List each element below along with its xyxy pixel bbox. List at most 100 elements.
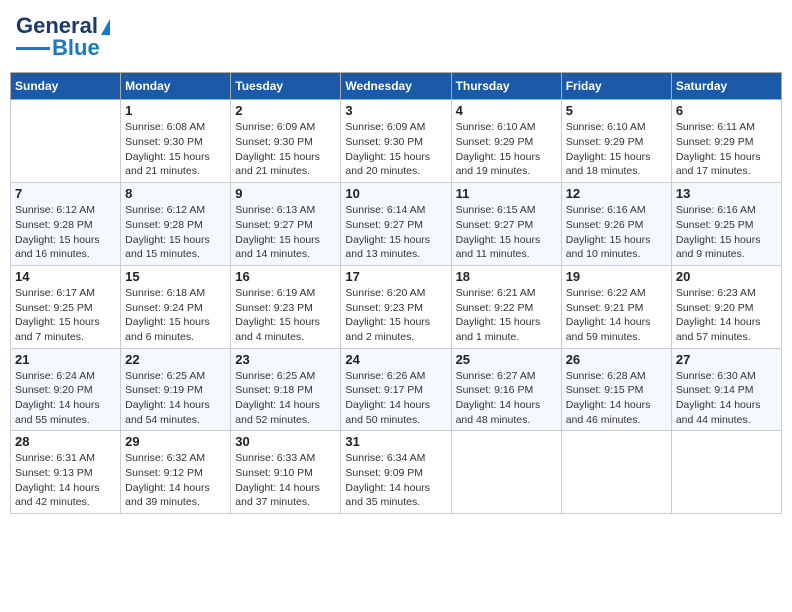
day-number: 11 xyxy=(456,186,557,201)
day-number: 24 xyxy=(345,352,446,367)
calendar-header-row: SundayMondayTuesdayWednesdayThursdayFrid… xyxy=(11,73,782,100)
calendar-cell: 6Sunrise: 6:11 AMSunset: 9:29 PMDaylight… xyxy=(671,100,781,183)
day-info: Sunrise: 6:25 AMSunset: 9:19 PMDaylight:… xyxy=(125,369,226,428)
day-info: Sunrise: 6:11 AMSunset: 9:29 PMDaylight:… xyxy=(676,120,777,179)
day-info: Sunrise: 6:14 AMSunset: 9:27 PMDaylight:… xyxy=(345,203,446,262)
calendar-cell: 11 Sunrise: 6:15 AMSunset: 9:27 PMDayligh… xyxy=(451,183,561,266)
day-number: 20 xyxy=(676,269,777,284)
day-info: Sunrise: 6:12 AMSunset: 9:28 PMDaylight:… xyxy=(15,203,116,262)
day-number: 2 xyxy=(235,103,336,118)
day-number: 18 xyxy=(456,269,557,284)
calendar-day-header: Thursday xyxy=(451,73,561,100)
day-number: 5 xyxy=(566,103,667,118)
calendar-cell: 30 Sunrise: 6:33 AMSunset: 9:10 PMDayligh… xyxy=(231,431,341,514)
calendar-cell: 22 Sunrise: 6:25 AMSunset: 9:19 PMDayligh… xyxy=(121,348,231,431)
calendar-cell: 15Sunrise: 6:18 AMSunset: 9:24 PMDayligh… xyxy=(121,265,231,348)
day-info: Sunrise: 6:12 AMSunset: 9:28 PMDaylight:… xyxy=(125,203,226,262)
day-info: Sunrise: 6:08 AMSunset: 9:30 PMDaylight:… xyxy=(125,120,226,179)
day-number: 19 xyxy=(566,269,667,284)
calendar-cell: 7Sunrise: 6:12 AMSunset: 9:28 PMDaylight… xyxy=(11,183,121,266)
day-info: Sunrise: 6:23 AMSunset: 9:20 PMDaylight:… xyxy=(676,286,777,345)
day-number: 16 xyxy=(235,269,336,284)
day-number: 14 xyxy=(15,269,116,284)
day-info: Sunrise: 6:21 AMSunset: 9:22 PMDaylight:… xyxy=(456,286,557,345)
day-number: 21 xyxy=(15,352,116,367)
calendar-week-row: 1Sunrise: 6:08 AMSunset: 9:30 PMDaylight… xyxy=(11,100,782,183)
day-info: Sunrise: 6:19 AMSunset: 9:23 PMDaylight:… xyxy=(235,286,336,345)
day-number: 22 xyxy=(125,352,226,367)
calendar-cell: 10 Sunrise: 6:14 AMSunset: 9:27 PMDayligh… xyxy=(341,183,451,266)
day-info: Sunrise: 6:09 AMSunset: 9:30 PMDaylight:… xyxy=(235,120,336,179)
calendar-cell: 17 Sunrise: 6:20 AMSunset: 9:23 PMDayligh… xyxy=(341,265,451,348)
day-info: Sunrise: 6:09 AMSunset: 9:30 PMDaylight:… xyxy=(345,120,446,179)
calendar-cell xyxy=(671,431,781,514)
calendar-cell: 24 Sunrise: 6:26 AMSunset: 9:17 PMDayligh… xyxy=(341,348,451,431)
calendar-cell: 26 Sunrise: 6:28 AMSunset: 9:15 PMDayligh… xyxy=(561,348,671,431)
calendar-day-header: Tuesday xyxy=(231,73,341,100)
page-header: General Blue xyxy=(10,10,782,64)
calendar-cell: 14 Sunrise: 6:17 AMSunset: 9:25 PMDayligh… xyxy=(11,265,121,348)
day-info: Sunrise: 6:25 AMSunset: 9:18 PMDaylight:… xyxy=(235,369,336,428)
day-info: Sunrise: 6:22 AMSunset: 9:21 PMDaylight:… xyxy=(566,286,667,345)
logo: General Blue xyxy=(16,14,110,60)
day-number: 9 xyxy=(235,186,336,201)
day-number: 28 xyxy=(15,434,116,449)
calendar-cell xyxy=(561,431,671,514)
day-info: Sunrise: 6:10 AMSunset: 9:29 PMDaylight:… xyxy=(456,120,557,179)
calendar-cell: 20 Sunrise: 6:23 AMSunset: 9:20 PMDayligh… xyxy=(671,265,781,348)
calendar-cell: 25 Sunrise: 6:27 AMSunset: 9:16 PMDayligh… xyxy=(451,348,561,431)
calendar-week-row: 28 Sunrise: 6:31 AMSunset: 9:13 PMDayligh… xyxy=(11,431,782,514)
day-info: Sunrise: 6:27 AMSunset: 9:16 PMDaylight:… xyxy=(456,369,557,428)
day-number: 27 xyxy=(676,352,777,367)
calendar-cell: 8Sunrise: 6:12 AMSunset: 9:28 PMDaylight… xyxy=(121,183,231,266)
calendar-cell: 1Sunrise: 6:08 AMSunset: 9:30 PMDaylight… xyxy=(121,100,231,183)
calendar-cell: 13Sunrise: 6:16 AMSunset: 9:25 PMDayligh… xyxy=(671,183,781,266)
calendar-cell: 9 Sunrise: 6:13 AMSunset: 9:27 PMDaylight… xyxy=(231,183,341,266)
day-info: Sunrise: 6:18 AMSunset: 9:24 PMDaylight:… xyxy=(125,286,226,345)
day-info: Sunrise: 6:16 AMSunset: 9:26 PMDaylight:… xyxy=(566,203,667,262)
calendar-cell xyxy=(451,431,561,514)
calendar-cell: 27 Sunrise: 6:30 AMSunset: 9:14 PMDayligh… xyxy=(671,348,781,431)
calendar-week-row: 14 Sunrise: 6:17 AMSunset: 9:25 PMDayligh… xyxy=(11,265,782,348)
day-number: 31 xyxy=(345,434,446,449)
day-number: 30 xyxy=(235,434,336,449)
day-number: 25 xyxy=(456,352,557,367)
day-number: 26 xyxy=(566,352,667,367)
calendar-cell: 16 Sunrise: 6:19 AMSunset: 9:23 PMDayligh… xyxy=(231,265,341,348)
day-info: Sunrise: 6:28 AMSunset: 9:15 PMDaylight:… xyxy=(566,369,667,428)
day-info: Sunrise: 6:20 AMSunset: 9:23 PMDaylight:… xyxy=(345,286,446,345)
day-info: Sunrise: 6:13 AMSunset: 9:27 PMDaylight:… xyxy=(235,203,336,262)
day-info: Sunrise: 6:26 AMSunset: 9:17 PMDaylight:… xyxy=(345,369,446,428)
calendar-day-header: Wednesday xyxy=(341,73,451,100)
calendar-cell: 12Sunrise: 6:16 AMSunset: 9:26 PMDayligh… xyxy=(561,183,671,266)
calendar-cell: 3 Sunrise: 6:09 AMSunset: 9:30 PMDaylight… xyxy=(341,100,451,183)
day-number: 10 xyxy=(345,186,446,201)
day-info: Sunrise: 6:16 AMSunset: 9:25 PMDaylight:… xyxy=(676,203,777,262)
day-info: Sunrise: 6:17 AMSunset: 9:25 PMDaylight:… xyxy=(15,286,116,345)
day-info: Sunrise: 6:32 AMSunset: 9:12 PMDaylight:… xyxy=(125,451,226,510)
day-info: Sunrise: 6:30 AMSunset: 9:14 PMDaylight:… xyxy=(676,369,777,428)
day-info: Sunrise: 6:33 AMSunset: 9:10 PMDaylight:… xyxy=(235,451,336,510)
day-info: Sunrise: 6:31 AMSunset: 9:13 PMDaylight:… xyxy=(15,451,116,510)
calendar-day-header: Friday xyxy=(561,73,671,100)
calendar-cell: 2 Sunrise: 6:09 AMSunset: 9:30 PMDaylight… xyxy=(231,100,341,183)
day-info: Sunrise: 6:10 AMSunset: 9:29 PMDaylight:… xyxy=(566,120,667,179)
day-info: Sunrise: 6:34 AMSunset: 9:09 PMDaylight:… xyxy=(345,451,446,510)
calendar-table: SundayMondayTuesdayWednesdayThursdayFrid… xyxy=(10,72,782,514)
calendar-cell: 28 Sunrise: 6:31 AMSunset: 9:13 PMDayligh… xyxy=(11,431,121,514)
day-number: 4 xyxy=(456,103,557,118)
day-number: 17 xyxy=(345,269,446,284)
calendar-cell: 4 Sunrise: 6:10 AMSunset: 9:29 PMDaylight… xyxy=(451,100,561,183)
day-info: Sunrise: 6:15 AMSunset: 9:27 PMDaylight:… xyxy=(456,203,557,262)
calendar-week-row: 7Sunrise: 6:12 AMSunset: 9:28 PMDaylight… xyxy=(11,183,782,266)
calendar-cell: 19 Sunrise: 6:22 AMSunset: 9:21 PMDayligh… xyxy=(561,265,671,348)
calendar-cell: 18 Sunrise: 6:21 AMSunset: 9:22 PMDayligh… xyxy=(451,265,561,348)
day-number: 29 xyxy=(125,434,226,449)
calendar-day-header: Saturday xyxy=(671,73,781,100)
calendar-cell: 23 Sunrise: 6:25 AMSunset: 9:18 PMDayligh… xyxy=(231,348,341,431)
calendar-cell: 29 Sunrise: 6:32 AMSunset: 9:12 PMDayligh… xyxy=(121,431,231,514)
calendar-day-header: Sunday xyxy=(11,73,121,100)
calendar-day-header: Monday xyxy=(121,73,231,100)
day-number: 3 xyxy=(345,103,446,118)
day-number: 23 xyxy=(235,352,336,367)
